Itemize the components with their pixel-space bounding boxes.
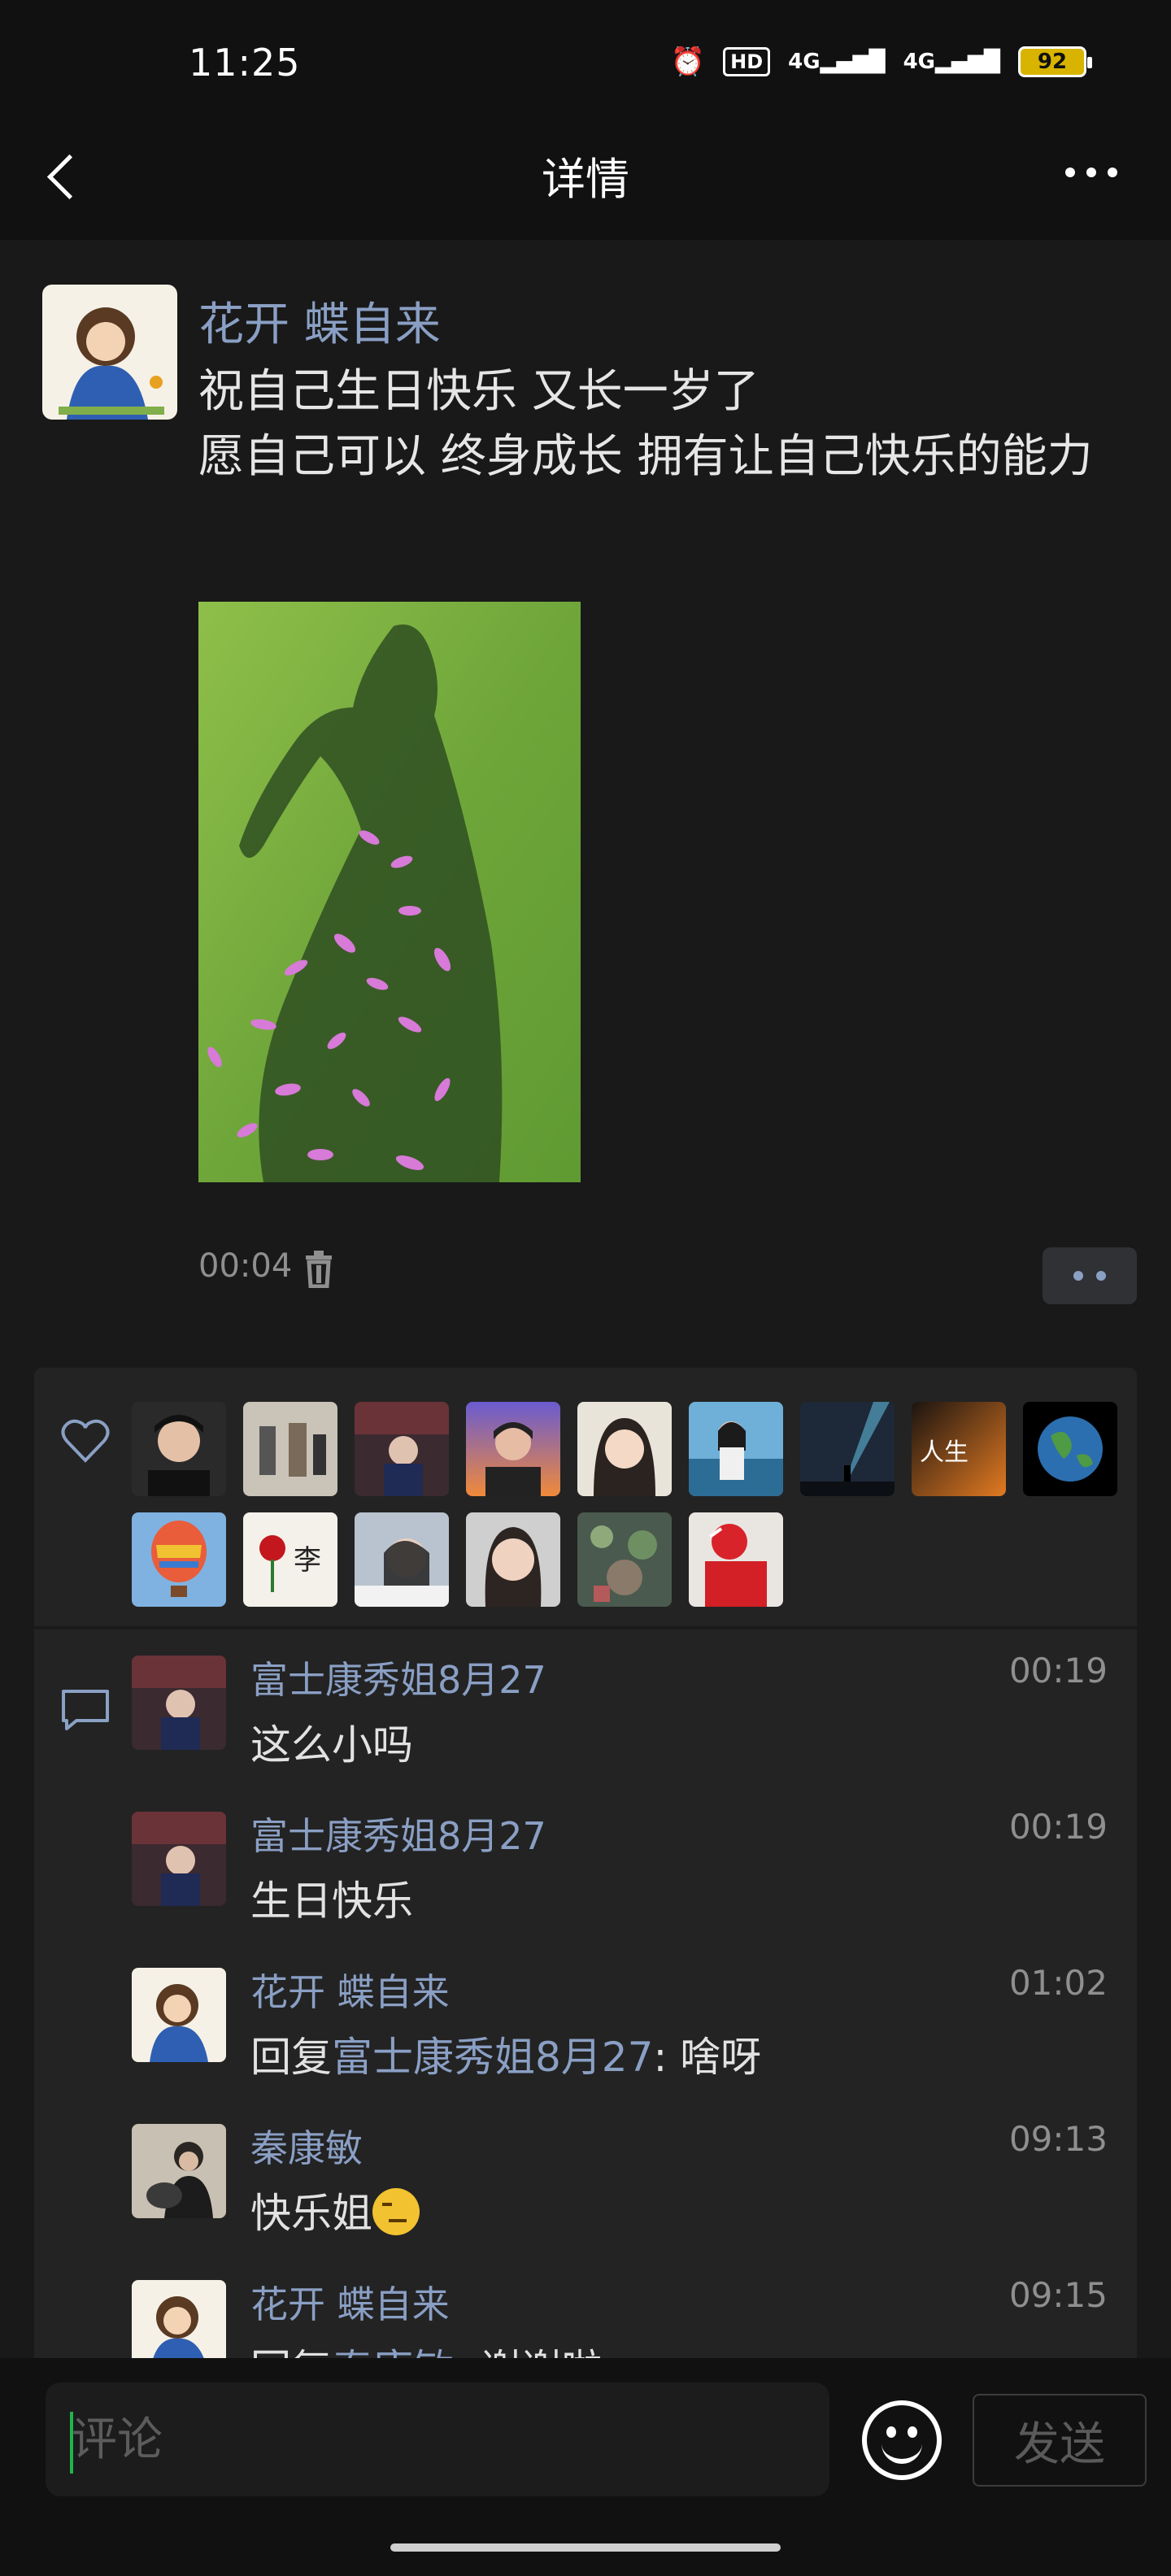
comment-time: 00:19: [1008, 1651, 1108, 1690]
like-avatar[interactable]: 人生: [912, 1402, 1006, 1496]
post-text: 祝自己生日快乐 又长一岁了 愿自己可以 终身成长 拥有让自己快乐的能力: [198, 359, 1134, 490]
comment-text: 快乐姐: [250, 2181, 420, 2239]
comment-item[interactable]: 富士康秀姐8月27 00:19 这么小吗: [132, 1630, 1108, 1769]
comment-text: 这么小吗: [250, 1721, 413, 1769]
avatar[interactable]: [132, 2124, 226, 2218]
like-avatar[interactable]: [1023, 1402, 1117, 1496]
avatar[interactable]: [132, 1656, 226, 1750]
status-time: 11:25: [189, 41, 301, 85]
post-text-line2: 愿自己可以 终身成长 拥有让自己快乐的能力: [198, 430, 1093, 483]
send-button[interactable]: 发送: [973, 2394, 1147, 2487]
likes-panel: 人生 李: [34, 1368, 1137, 1626]
avatar[interactable]: [132, 1812, 226, 1906]
comment-time: 09:15: [1008, 2275, 1108, 2315]
comment-input[interactable]: [46, 2382, 829, 2496]
signal-icon-2: 4G▂▄▆█: [903, 50, 1000, 74]
like-avatar[interactable]: [466, 1512, 560, 1607]
like-avatar[interactable]: [689, 1512, 783, 1607]
comment-author[interactable]: 富士康秀姐8月27: [250, 1651, 546, 1704]
comment-author[interactable]: 富士康秀姐8月27: [250, 1807, 546, 1860]
alarm-icon: ⏰: [670, 46, 706, 78]
comment-time: 00:19: [1008, 1807, 1108, 1847]
comment-time: 01:02: [1008, 1963, 1108, 2003]
like-avatar[interactable]: [577, 1402, 672, 1496]
comment-item[interactable]: 花开 蝶自来 09:15 回复秦康敏: 谢谢啦: [132, 2254, 1108, 2360]
like-avatar[interactable]: [243, 1402, 337, 1496]
hd-badge: HD: [723, 47, 771, 76]
comment-bubble-icon: [60, 1688, 111, 1732]
reply-target[interactable]: 富士康秀姐8月27: [332, 2034, 653, 2081]
like-avatar[interactable]: [577, 1512, 672, 1607]
comment-text: 生日快乐: [250, 1878, 413, 1925]
comment-text: 回复秦康敏: 谢谢啦: [250, 2337, 603, 2360]
like-avatar[interactable]: [355, 1512, 449, 1607]
comment-item[interactable]: 花开 蝶自来 01:02 回复富士康秀姐8月27: 啥呀: [132, 1942, 1108, 2083]
heart-outline-icon: [60, 1418, 111, 1464]
svg-text:李: 李: [294, 1544, 321, 1577]
like-avatars: 人生 李: [132, 1402, 1140, 1607]
more-dots-icon[interactable]: [1065, 168, 1117, 177]
signal-icon: 4G▂▄▆█: [788, 50, 886, 74]
like-avatar[interactable]: 李: [243, 1512, 337, 1607]
like-avatar[interactable]: [132, 1402, 226, 1496]
like-avatar[interactable]: [689, 1402, 783, 1496]
smiley-icon[interactable]: [862, 2400, 942, 2480]
home-indicator[interactable]: [390, 2543, 781, 2552]
like-avatar[interactable]: [800, 1402, 895, 1496]
avatar[interactable]: [42, 285, 177, 420]
text-cursor: [70, 2412, 73, 2474]
reply-prefix: 回复: [250, 2034, 332, 2081]
comment-time: 09:13: [1008, 2119, 1108, 2159]
comment-author[interactable]: 花开 蝶自来: [250, 2275, 450, 2329]
status-icons: ⏰ HD 4G▂▄▆█ 4G▂▄▆█ 92: [670, 46, 1092, 78]
like-avatar[interactable]: [132, 1512, 226, 1607]
like-avatar[interactable]: [355, 1402, 449, 1496]
comment-item[interactable]: 秦康敏 09:13 快乐姐: [132, 2098, 1108, 2239]
comment-input-bar: 发送: [0, 2358, 1171, 2576]
post-author[interactable]: 花开 蝶自来: [198, 288, 441, 354]
avatar[interactable]: [132, 2280, 226, 2360]
thinking-emoji-icon: [372, 2188, 420, 2235]
page-title: 详情: [542, 154, 629, 205]
comment-author[interactable]: 花开 蝶自来: [250, 1963, 450, 2017]
avatar[interactable]: [132, 1968, 226, 2062]
comment-item[interactable]: 富士康秀姐8月27 00:19 生日快乐: [132, 1786, 1108, 1925]
reply-text: : 啥呀: [653, 2034, 762, 2081]
comments-panel: 富士康秀姐8月27 00:19 这么小吗 富士康秀姐8月27 00:19 生日快…: [34, 1628, 1137, 2360]
svg-text:人生: 人生: [920, 1438, 969, 1467]
battery-icon: 92: [1018, 46, 1092, 77]
nav-bar: 详情: [0, 122, 1171, 240]
like-avatar[interactable]: [466, 1402, 560, 1496]
trash-icon[interactable]: [303, 1249, 335, 1289]
status-bar: 11:25 ⏰ HD 4G▂▄▆█ 4G▂▄▆█ 92: [0, 0, 1171, 122]
post-text-line1: 祝自己生日快乐 又长一岁了: [198, 365, 760, 418]
post-timestamp: 00:04: [198, 1247, 293, 1285]
comment-text: 回复富士康秀姐8月27: 啥呀: [250, 2025, 761, 2083]
post-actions-button[interactable]: [1043, 1247, 1137, 1304]
comment-author[interactable]: 秦康敏: [250, 2119, 363, 2173]
post-image[interactable]: [198, 602, 581, 1182]
